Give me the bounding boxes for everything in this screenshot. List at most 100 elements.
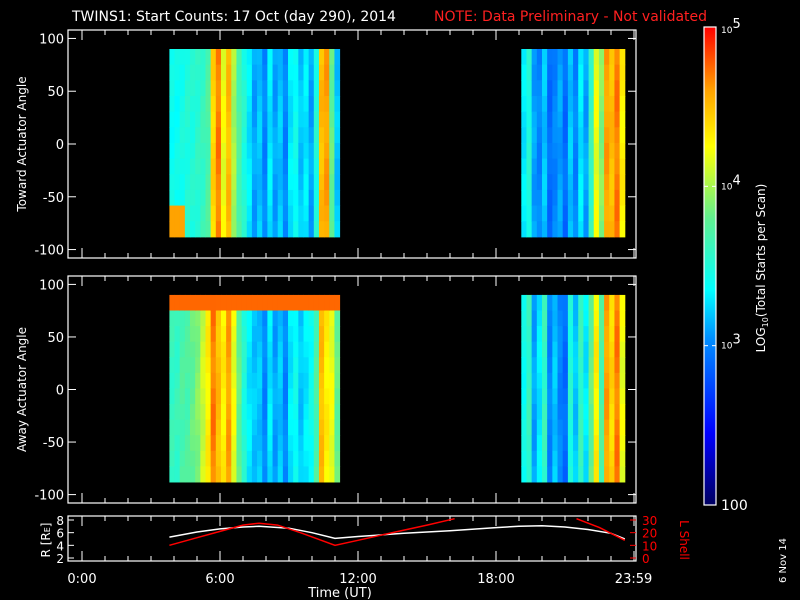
spectrogram-cell: [552, 310, 559, 327]
spectrogram-cell: [593, 142, 600, 160]
spectrogram-cell: [190, 419, 196, 436]
y-tick-label: -100: [34, 244, 64, 259]
spectrogram-cell: [236, 221, 243, 238]
spectrogram-cell: [557, 221, 564, 238]
spectrogram-cell: [190, 95, 196, 113]
spectrogram-cell: [226, 142, 232, 160]
spectrogram-cell: [521, 95, 527, 113]
spectrogram-cell: [557, 189, 564, 207]
spectrogram-cell: [298, 388, 304, 405]
spectrogram-cell: [298, 435, 304, 452]
spectrogram-cell: [210, 326, 217, 343]
spectrogram-cell: [210, 95, 217, 113]
spectrogram-cell: [288, 189, 294, 207]
spectrogram-cell: [609, 466, 615, 483]
spectrogram-cell: [313, 158, 320, 175]
spectrogram-cell: [557, 357, 564, 374]
spectrogram-cell: [236, 450, 243, 467]
spectrogram-cell: [329, 341, 335, 358]
spectrogram-cell: [573, 221, 579, 238]
spectrogram-cell: [526, 294, 533, 312]
spectrogram-cell: [215, 435, 222, 452]
spectrogram-cell: [526, 326, 533, 343]
spectrogram-cell: [282, 435, 289, 452]
spectrogram-cell: [226, 466, 232, 483]
spectrogram-cell: [262, 466, 268, 483]
spectrogram-cell: [573, 466, 579, 483]
colorbar-tick-exponent: 5: [732, 17, 740, 32]
spectrogram-cell: [257, 95, 263, 113]
spectrogram-cell: [542, 80, 548, 97]
spectrogram-cell: [210, 450, 217, 467]
spectrogram-cell: [593, 80, 600, 97]
spectrogram-cell: [210, 310, 217, 327]
spectrogram-cell: [257, 189, 263, 207]
spectrogram-cell: [246, 174, 253, 191]
spectrogram-cell: [288, 158, 294, 175]
spectrogram-cell: [288, 450, 294, 467]
spectrogram-cell: [257, 341, 263, 358]
spectrogram-cell: [220, 189, 227, 207]
spectrogram-cell: [542, 326, 548, 343]
spectrogram-cell: [288, 80, 294, 97]
spectrogram-cell: [236, 127, 243, 144]
spectrogram-cell: [536, 95, 543, 113]
spectrogram-cell: [231, 95, 237, 113]
spectrogram-cell: [562, 435, 569, 452]
spectrogram-cell: [303, 372, 310, 389]
spectrogram-cell: [215, 64, 222, 81]
spectrogram-cell: [220, 450, 227, 467]
spectrogram-cell: [298, 205, 304, 222]
spectrogram-cell: [542, 388, 548, 405]
spectrogram-cell: [573, 310, 579, 327]
spectrogram-cell: [169, 357, 176, 374]
spectrogram-cell: [588, 419, 595, 436]
spectrogram-cell: [174, 221, 181, 238]
spectrogram-cell: [226, 174, 232, 191]
spectrogram-cell: [536, 341, 543, 358]
spectrogram-cell: [609, 419, 615, 436]
spectrogram-cell: [536, 127, 543, 144]
spectrogram-cell: [303, 64, 310, 81]
spectrogram-cell: [308, 294, 315, 312]
spectrogram-cell: [293, 174, 299, 191]
spectrogram-cell: [169, 326, 176, 343]
spectrogram-cell: [277, 49, 284, 66]
spectrogram-cell: [226, 49, 232, 66]
spectrogram-cell: [329, 466, 335, 483]
twins-start-counts-figure: TWINS1: Start Counts: 17 Oct (day 290), …: [0, 0, 800, 600]
spectrogram-cell: [604, 221, 610, 238]
spectrogram-cell: [231, 404, 237, 421]
spectrogram-cell: [567, 341, 574, 358]
spectrogram-cell: [531, 49, 538, 66]
spectrogram-cell: [205, 64, 212, 81]
spectrogram-cell: [583, 294, 590, 312]
spectrogram-cell: [619, 326, 626, 343]
spectrogram-cell: [593, 310, 600, 327]
spectrogram-cell: [526, 466, 533, 483]
spectrogram-cell: [609, 174, 615, 191]
spectrogram-cell: [205, 326, 212, 343]
spectrogram-cell: [303, 388, 310, 405]
spectrogram-cell: [562, 49, 569, 66]
spectrogram-cell: [573, 189, 579, 207]
spectrogram-cell: [542, 341, 548, 358]
spectrogram-cell: [272, 357, 279, 374]
spectrogram-cell: [190, 158, 196, 175]
spectrogram-cell: [598, 142, 605, 160]
spectrogram-cell: [267, 49, 274, 66]
spectrogram-cell: [619, 341, 626, 358]
spectrogram-cell: [174, 435, 181, 452]
spectrogram-cell: [184, 174, 191, 191]
spectrogram-cell: [588, 95, 595, 113]
spectrogram-cell: [334, 95, 341, 113]
spectrogram-cell: [578, 95, 584, 113]
spectrogram-cell: [619, 221, 626, 238]
spectrogram-cell: [288, 466, 294, 483]
spectrogram-cell: [195, 80, 201, 97]
spectrogram-cell: [313, 95, 320, 113]
spectrogram-cell: [215, 326, 222, 343]
spectrogram-cell: [334, 142, 341, 160]
spectrogram-cell: [536, 64, 543, 81]
y-tick-label: 100: [39, 32, 64, 47]
